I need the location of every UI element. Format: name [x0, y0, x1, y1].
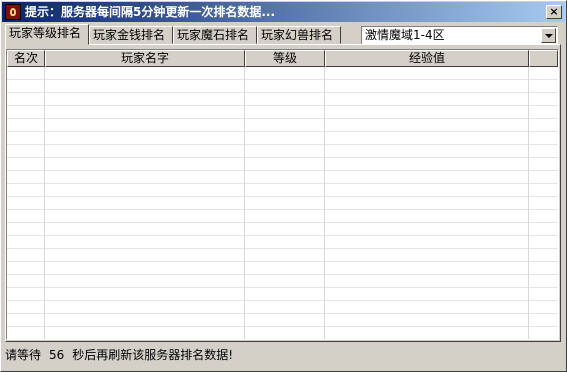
close-button[interactable]: ×	[546, 5, 562, 19]
column-header-player-name[interactable]: 玩家名字	[45, 50, 245, 67]
tab-pet-ranking[interactable]: 玩家幻兽排名	[257, 26, 341, 44]
column-header-level[interactable]: 等级	[245, 50, 325, 67]
tab-magicstone-ranking[interactable]: 玩家魔石排名	[173, 26, 257, 44]
chevron-down-icon[interactable]	[541, 28, 556, 43]
status-bar: 请等待 56 秒后再刷新该服务器排名数据!	[5, 346, 241, 364]
column-divider	[324, 67, 325, 339]
table-header: 名次 玩家名字 等级 经验值	[7, 50, 558, 67]
status-prefix: 请等待	[5, 348, 42, 362]
server-select[interactable]: 激情魔域1-4区	[361, 26, 558, 45]
column-header-filler	[529, 50, 558, 67]
server-select-value: 激情魔域1-4区	[365, 28, 445, 42]
column-divider	[44, 67, 45, 339]
column-header-experience[interactable]: 经验值	[325, 50, 529, 67]
column-header-rank[interactable]: 名次	[7, 50, 45, 67]
ranking-window: 提示：服务器每间隔5分钟更新一次排名数据... × 玩家等级排名 玩家金钱排名 …	[0, 0, 567, 372]
ranking-table[interactable]: 名次 玩家名字 等级 经验值	[6, 49, 559, 340]
tab-money-ranking[interactable]: 玩家金钱排名	[89, 26, 173, 44]
title-bar[interactable]: 提示：服务器每间隔5分钟更新一次排名数据... ×	[2, 2, 565, 22]
app-logo-icon	[5, 4, 21, 20]
status-suffix: 秒后再刷新该服务器排名数据!	[72, 348, 234, 362]
table-body	[7, 67, 558, 339]
tab-level-ranking[interactable]: 玩家等级排名	[5, 24, 89, 45]
column-divider	[528, 67, 529, 339]
column-divider	[244, 67, 245, 339]
countdown-seconds: 56	[49, 348, 65, 362]
window-title: 提示：服务器每间隔5分钟更新一次排名数据...	[25, 5, 276, 19]
